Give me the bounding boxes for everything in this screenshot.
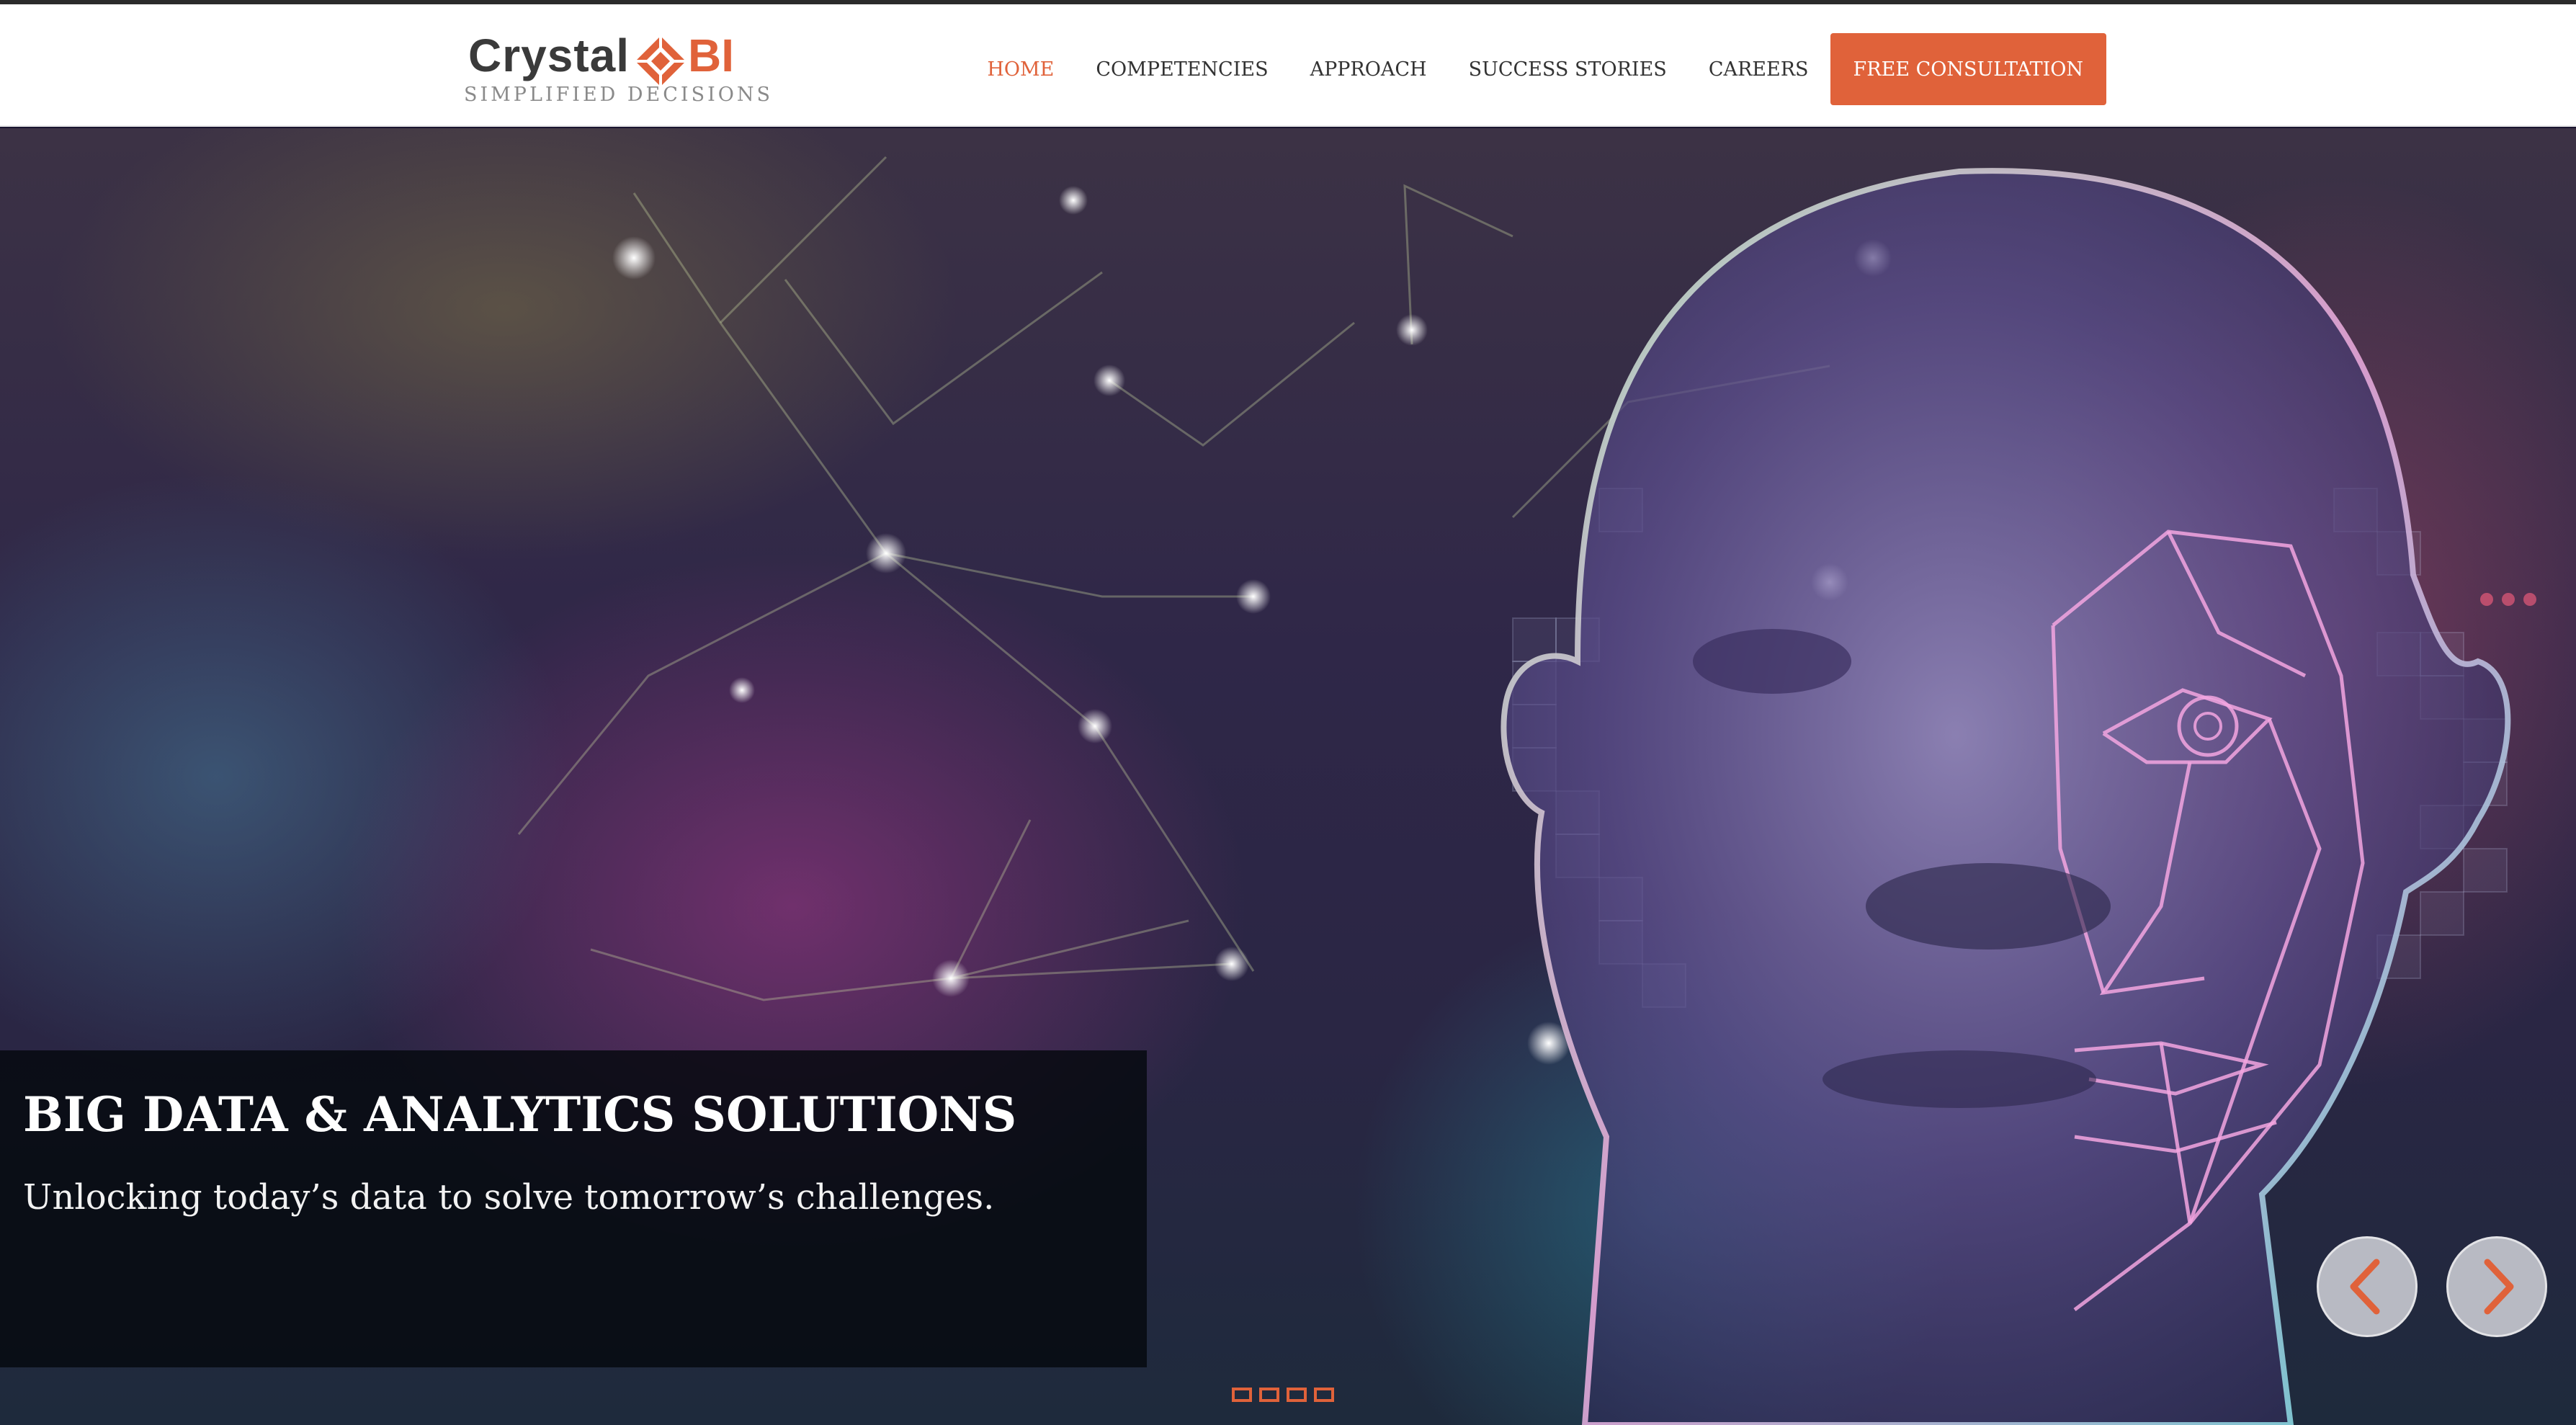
diamond-target-icon (635, 36, 686, 86)
hero-subtitle: Unlocking today’s data to solve tomorrow… (23, 1177, 995, 1218)
logo-bi-text: BI (688, 30, 734, 81)
site-logo[interactable]: Crystal BI SIMPLIFIED DECISIONS (461, 24, 770, 111)
nav-home[interactable]: HOME (966, 58, 1075, 81)
nav-approach[interactable]: APPROACH (1289, 58, 1448, 81)
main-nav: HOME COMPETENCIES APPROACH SUCCESS STORI… (966, 33, 2106, 105)
carousel-indicators (1232, 1388, 1334, 1402)
free-consultation-button[interactable]: FREE CONSULTATION (1830, 33, 2106, 105)
nav-competencies[interactable]: COMPETENCIES (1075, 58, 1289, 81)
carousel-next-button[interactable] (2446, 1236, 2547, 1337)
carousel-dot-1[interactable] (1232, 1388, 1252, 1402)
logo-tagline: SIMPLIFIED DECISIONS (464, 84, 774, 106)
carousel-prev-button[interactable] (2317, 1236, 2418, 1337)
chevron-right-icon (2484, 1259, 2514, 1315)
hero-carousel: BIG DATA & ANALYTICS SOLUTIONS Unlocking… (0, 128, 2576, 1425)
carousel-dot-4[interactable] (1314, 1388, 1334, 1402)
nav-success-stories[interactable]: SUCCESS STORIES (1448, 58, 1688, 81)
chevron-left-icon (2350, 1259, 2380, 1315)
hero-caption: BIG DATA & ANALYTICS SOLUTIONS Unlocking… (0, 1050, 1147, 1367)
carousel-dot-2[interactable] (1259, 1388, 1279, 1402)
nav-careers[interactable]: CAREERS (1688, 58, 1830, 81)
hero-title: BIG DATA & ANALYTICS SOLUTIONS (23, 1086, 1017, 1143)
site-header: Crystal BI SIMPLIFIED DECISIONS HOME COM… (0, 4, 2576, 127)
carousel-dot-3[interactable] (1287, 1388, 1307, 1402)
logo-wordmark: Crystal (468, 30, 630, 81)
